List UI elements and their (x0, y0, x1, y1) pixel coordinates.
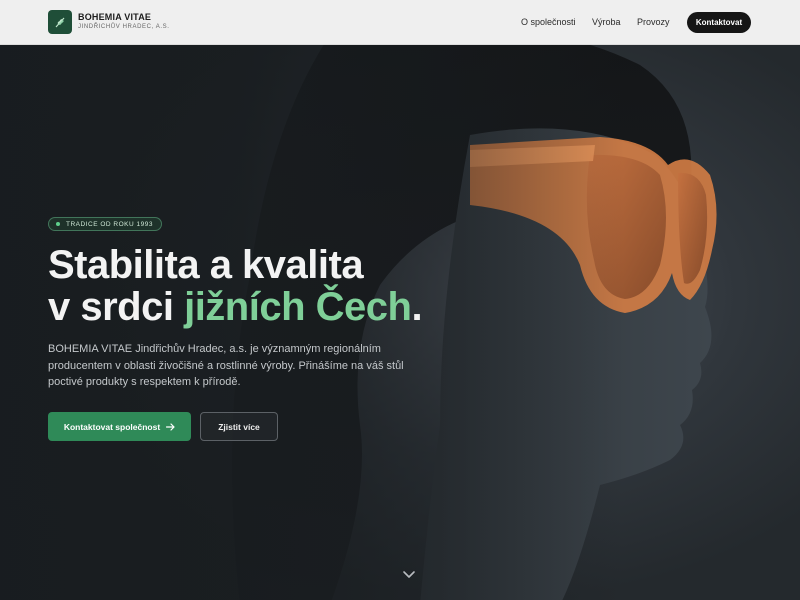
hero-title-prefix: v srdci (48, 285, 185, 329)
hero-title-line-1: Stabilita a kvalita (48, 243, 364, 287)
arrow-right-icon (166, 422, 175, 431)
hero-title-line-2: v srdci jižních Čech. (48, 285, 423, 329)
logo[interactable] (48, 10, 72, 34)
site-header: BOHEMIA VITAE JINDŘICHŮV HRADEC, A.S. O … (0, 0, 800, 45)
chevron-down-icon[interactable] (401, 569, 417, 581)
contact-button[interactable]: Kontaktovat (687, 12, 751, 33)
hero-title-accent: jižních Čech (184, 285, 412, 329)
brand-subtitle: JINDŘICHŮV HRADEC, A.S. (78, 24, 170, 30)
badge-label: TRADICE OD ROKU 1993 (66, 220, 153, 228)
nav-link-facilities[interactable]: Provozy (637, 17, 670, 27)
contact-company-label: Kontaktovat společnost (63, 421, 161, 432)
brand-name[interactable]: BOHEMIA VITAE (78, 12, 151, 22)
wheat-icon (55, 17, 65, 28)
learn-more-button[interactable]: Zjistit více (200, 412, 278, 441)
nav-link-about[interactable]: O společnosti (521, 17, 576, 27)
hero-description: BOHEMIA VITAE Jindřichův Hradec, a.s. je… (48, 343, 404, 388)
contact-company-button[interactable]: Kontaktovat společnost (48, 412, 191, 441)
nav-link-production[interactable]: Výroba (592, 17, 621, 27)
hero-section: TRADICE OD ROKU 1993 Stabilita a kvalita… (0, 45, 800, 600)
hero-title-suffix: . (411, 285, 423, 329)
status-dot-icon (56, 222, 60, 226)
tradition-badge: TRADICE OD ROKU 1993 (48, 217, 162, 231)
